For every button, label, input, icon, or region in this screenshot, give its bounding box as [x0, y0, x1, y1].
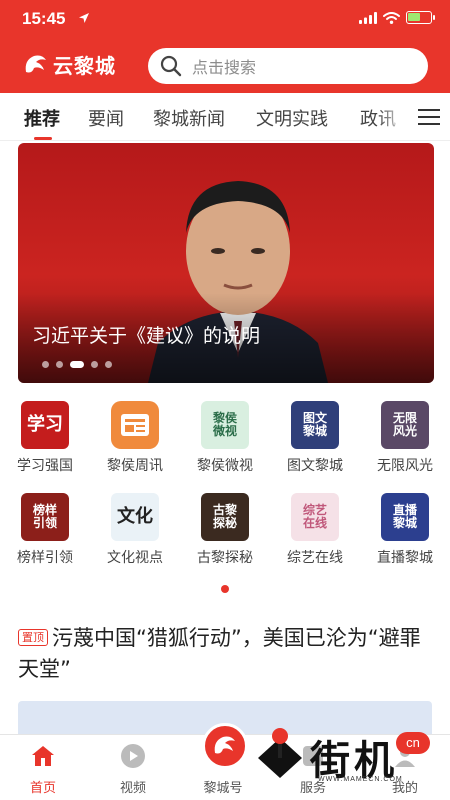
signal-icon [359, 11, 377, 24]
shortcut-label: 榜样引领 [17, 550, 73, 566]
tuwen-licheng-icon: 图文 黎城 [291, 401, 339, 449]
tabbar-video[interactable]: 视频 [98, 741, 168, 796]
tab-headlines[interactable]: 要闻 [88, 105, 124, 131]
carousel-dot [42, 361, 49, 368]
search-placeholder: 点击搜索 [192, 58, 257, 77]
carousel-dot [105, 361, 112, 368]
gu-li-tanmi-icon: 古黎 探秘 [201, 493, 249, 541]
news-title-line: 置顶 污蔑中国“猎狐行动”，美国已沦为“避罪天堂” [18, 623, 428, 685]
shortcut-label: 黎侯周讯 [107, 458, 163, 474]
zhibo-licheng-icon: 直播 黎城 [381, 493, 429, 541]
menu-icon [418, 108, 440, 125]
shortcut-lihou-weekly[interactable]: 黎侯周讯 [90, 398, 180, 478]
carousel-indicator [42, 361, 112, 368]
tab-licheng-news[interactable]: 黎城新闻 [153, 105, 225, 131]
carousel-dot [91, 361, 98, 368]
lihou-video-icon: 黎侯 微视 [201, 401, 249, 449]
status-indicators [359, 11, 435, 24]
site-watermark: 街机 cn WWW.MAMECN.COM [248, 718, 438, 792]
channel-menu-button[interactable] [408, 93, 450, 140]
status-bar: 15:45 [0, 0, 450, 38]
zongyi-zaixian-icon: 综艺 在线 [291, 493, 339, 541]
shortcut-label: 学习强国 [17, 458, 73, 474]
shortcut-label: 直播黎城 [377, 550, 433, 566]
tabbar-home-label: 首页 [29, 781, 56, 796]
app-header: 15:45 云黎城 点击搜索 [0, 0, 450, 93]
news-item[interactable]: 置顶 污蔑中国“猎狐行动”，美国已沦为“避罪天堂” [18, 623, 428, 685]
licheng-hao-icon-button[interactable] [202, 723, 248, 769]
app-name: 云黎城 [53, 54, 116, 78]
shortcut-label: 图文黎城 [287, 458, 343, 474]
shortcut-lihou-video[interactable]: 黎侯 微视 黎侯微视 [180, 398, 270, 478]
news-title: 污蔑中国“猎狐行动”，美国已沦为“避罪天堂” [18, 626, 421, 681]
shortcut-label: 综艺在线 [287, 550, 343, 566]
logo-emblem-icon [25, 55, 46, 72]
pinned-badge: 置顶 [18, 629, 48, 646]
active-tab-indicator [34, 137, 52, 140]
battery-level [408, 13, 420, 21]
lihou-weekly-icon [111, 401, 159, 449]
shortcut-wenhua-shidian[interactable]: 文化 文化视点 [90, 490, 180, 570]
shortcut-bangyang-yinling[interactable]: 榜样 引领 榜样引领 [0, 490, 90, 570]
shortcut-xuexi-qiangguo[interactable]: 学习 学习强国 [0, 398, 90, 478]
shortcut-tuwen-licheng[interactable]: 图文 黎城 图文黎城 [270, 398, 360, 478]
licheng-emblem-icon [214, 736, 235, 754]
shortcut-zongyi-zaixian[interactable]: 综艺 在线 综艺在线 [270, 490, 360, 570]
wenhua-shidian-icon: 文化 [111, 493, 159, 541]
location-arrow-icon [79, 13, 89, 23]
grid-page-indicator [221, 585, 229, 593]
watermark-url: WWW.MAMECN.COM [318, 776, 403, 783]
shortcut-wuxian-fengguang[interactable]: 无限 风光 无限风光 [360, 398, 450, 478]
shortcut-gu-li-tanmi[interactable]: 古黎 探秘 古黎探秘 [180, 490, 270, 570]
watermark-badge: cn [396, 732, 430, 754]
status-time: 15:45 [22, 9, 66, 28]
tabbar-home[interactable]: 首页 [8, 741, 78, 796]
shortcut-label: 黎侯微视 [197, 458, 253, 474]
tab-recommend[interactable]: 推荐 [24, 105, 60, 131]
joystick-logo-icon [258, 728, 302, 778]
shortcut-zhibo-licheng[interactable]: 直播 黎城 直播黎城 [360, 490, 450, 570]
category-tabs: 推荐 要闻 黎城新闻 文明实践 政讯 [0, 93, 450, 141]
play-icon [121, 744, 145, 768]
home-icon [32, 746, 54, 766]
shortcut-label: 古黎探秘 [197, 550, 253, 566]
tabbar-video-label: 视频 [119, 781, 146, 796]
carousel-dot [56, 361, 63, 368]
carousel-dot [70, 361, 84, 368]
tab-civilization-practice[interactable]: 文明实践 [256, 105, 328, 131]
xuexi-qiangguo-icon: 学习 [21, 401, 69, 449]
banner-carousel[interactable]: 习近平关于《建议》的说明 [18, 143, 434, 383]
shortcut-label: 文化视点 [107, 550, 163, 566]
wuxian-fengguang-icon: 无限 风光 [381, 401, 429, 449]
bangyang-yinling-icon: 榜样 引领 [21, 493, 69, 541]
banner-caption: 习近平关于《建议》的说明 [32, 325, 261, 347]
app-logo: 云黎城 [22, 50, 116, 79]
wifi-icon [383, 11, 400, 24]
shortcut-label: 无限风光 [377, 458, 433, 474]
battery-icon [406, 11, 435, 24]
search-input[interactable]: 点击搜索 [148, 48, 428, 84]
search-icon [160, 55, 182, 77]
tabs-fade [378, 93, 408, 140]
